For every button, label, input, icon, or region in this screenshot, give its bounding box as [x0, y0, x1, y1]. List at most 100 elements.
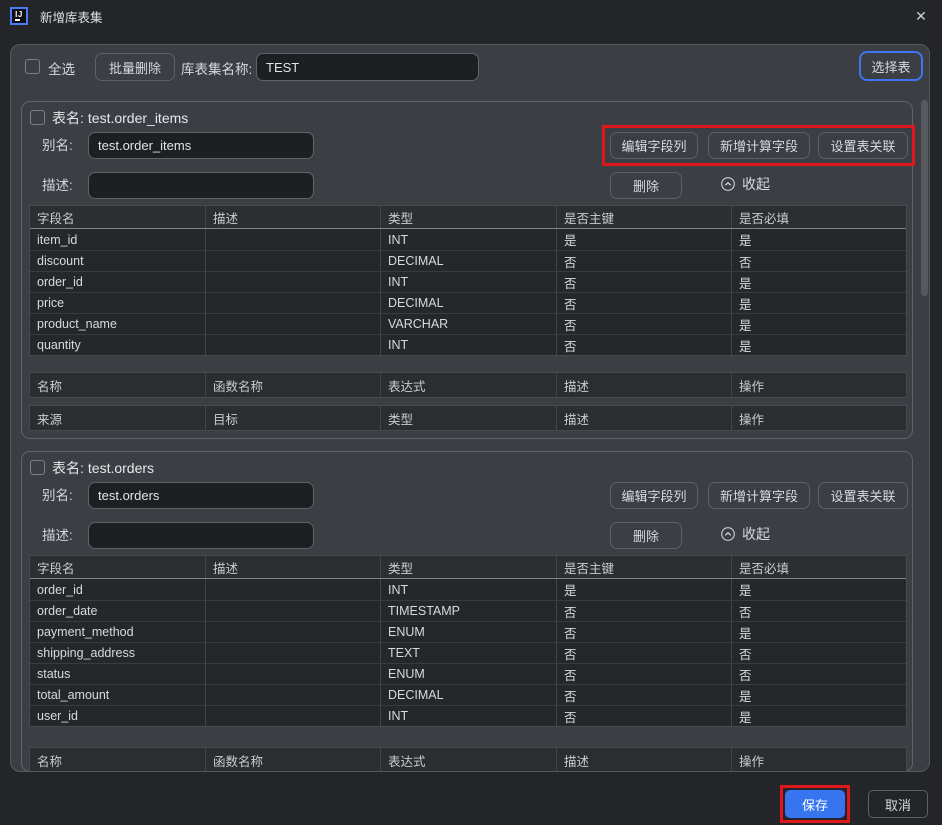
- table-row: order_dateTIMESTAMP否否: [30, 600, 906, 621]
- table-row: order_idINT否是: [30, 271, 906, 292]
- table-row: order_idINT是是: [30, 579, 906, 600]
- collapse-label: 收起: [742, 524, 770, 544]
- close-icon[interactable]: ✕: [912, 7, 930, 25]
- table-cell: ENUM: [380, 664, 556, 684]
- cancel-button[interactable]: 取消: [868, 790, 928, 818]
- column-header: 操作: [731, 373, 906, 397]
- column-header: 字段名: [30, 206, 205, 228]
- table-row: quantityINT否是: [30, 334, 906, 355]
- column-header: 是否主键: [556, 206, 731, 228]
- add-calc-field-button[interactable]: 新增计算字段: [708, 482, 810, 509]
- table-cell: quantity: [30, 335, 205, 355]
- column-header: 描述: [556, 406, 731, 430]
- desc-input[interactable]: [88, 172, 314, 199]
- vertical-scrollbar-thumb[interactable]: [921, 100, 928, 296]
- section-checkbox[interactable]: [30, 460, 45, 475]
- table-row: price DECIMAL否是: [30, 292, 906, 313]
- table-cell: price: [30, 293, 205, 313]
- delete-button[interactable]: 删除: [610, 522, 682, 549]
- table-cell: 否: [556, 601, 731, 621]
- table-cell: 否: [731, 664, 906, 684]
- table-cell: total_amount: [30, 685, 205, 705]
- main-panel: 全选 批量删除 库表集名称: 选择表 表名:test.order_items 别…: [10, 44, 930, 772]
- collapse-toggle[interactable]: 收起: [720, 174, 770, 194]
- table-cell: 是: [556, 229, 731, 250]
- table-cell: 是: [731, 706, 906, 726]
- table-cell: [205, 601, 380, 621]
- table-cell: [205, 229, 380, 250]
- column-header: 名称: [30, 748, 205, 772]
- calc-field-table: 名称 函数名称 表达式 描述 操作: [29, 372, 907, 398]
- table-cell: TIMESTAMP: [380, 601, 556, 621]
- collapse-circle-chevron-icon: [720, 526, 736, 542]
- batch-delete-button[interactable]: 批量删除: [95, 53, 175, 81]
- table-cell: 是: [731, 335, 906, 355]
- column-header: 来源: [30, 406, 205, 430]
- table-cell: 否: [556, 314, 731, 334]
- edit-fields-button[interactable]: 编辑字段列: [610, 482, 698, 509]
- table-cell: 是: [731, 293, 906, 313]
- table-cell: 否: [556, 664, 731, 684]
- table-cell: 否: [731, 643, 906, 663]
- column-header: 是否必填: [731, 206, 906, 228]
- table-cell: 否: [556, 293, 731, 313]
- column-header: 类型: [380, 556, 556, 578]
- edit-fields-button[interactable]: 编辑字段列: [610, 132, 698, 159]
- delete-button[interactable]: 删除: [610, 172, 682, 199]
- add-calc-field-button[interactable]: 新增计算字段: [708, 132, 810, 159]
- table-cell: [205, 643, 380, 663]
- table-cell: INT: [380, 335, 556, 355]
- field-table: 字段名 描述 类型 是否主键 是否必填 item_idINT是是discount…: [29, 205, 907, 356]
- alias-label: 别名:: [42, 482, 73, 509]
- intellij-logo-icon: IJ: [10, 7, 28, 25]
- table-row: total_amount DECIMAL否是: [30, 684, 906, 705]
- table-cell: VARCHAR: [380, 314, 556, 334]
- column-header: 名称: [30, 373, 205, 397]
- table-row: user_idINT否是: [30, 705, 906, 726]
- collapse-toggle[interactable]: 收起: [720, 524, 770, 544]
- alias-input[interactable]: [88, 132, 314, 159]
- column-header: 是否主键: [556, 556, 731, 578]
- set-name-input[interactable]: [256, 53, 479, 81]
- choose-table-button[interactable]: 选择表: [859, 51, 923, 81]
- table-cell: 是: [731, 685, 906, 705]
- field-table-body: order_idINT是是order_dateTIMESTAMP否否paymen…: [30, 579, 906, 726]
- table-cell: [205, 314, 380, 334]
- set-relation-button[interactable]: 设置表关联: [818, 482, 908, 509]
- column-header: 目标: [205, 406, 380, 430]
- table-row: discountDECIMAL否否: [30, 250, 906, 271]
- table-cell: 否: [556, 643, 731, 663]
- table-cell: user_id: [30, 706, 205, 726]
- table-cell: [205, 335, 380, 355]
- table-cell: [205, 706, 380, 726]
- table-cell: order_id: [30, 579, 205, 600]
- column-header: 类型: [380, 406, 556, 430]
- table-name-label: 表名:: [52, 460, 84, 476]
- save-button[interactable]: 保存: [785, 790, 845, 818]
- table-cell: 是: [731, 314, 906, 334]
- table-cell: [205, 579, 380, 600]
- table-cell: INT: [380, 229, 556, 250]
- table-cell: DECIMAL: [380, 293, 556, 313]
- select-all-checkbox[interactable]: [25, 59, 40, 74]
- calc-field-table: 名称 函数名称 表达式 描述 操作: [29, 747, 907, 772]
- alias-input[interactable]: [88, 482, 314, 509]
- section-checkbox[interactable]: [30, 110, 45, 125]
- section-title: 表名:test.order_items: [52, 108, 192, 128]
- table-cell: 是: [731, 272, 906, 292]
- set-relation-button[interactable]: 设置表关联: [818, 132, 908, 159]
- table-cell: product_name: [30, 314, 205, 334]
- calc-table-header: 名称 函数名称 表达式 描述 操作: [30, 373, 906, 397]
- table-cell: 否: [731, 251, 906, 271]
- table-cell: [205, 272, 380, 292]
- table-cell: order_date: [30, 601, 205, 621]
- table-cell: [205, 622, 380, 642]
- collapse-label: 收起: [742, 174, 770, 194]
- table-cell: DECIMAL: [380, 685, 556, 705]
- table-cell: 否: [556, 685, 731, 705]
- set-name-label: 库表集名称:: [181, 58, 252, 78]
- desc-input[interactable]: [88, 522, 314, 549]
- title-bar: IJ 新增库表集 ✕: [0, 0, 942, 32]
- table-cell: 是: [731, 622, 906, 642]
- table-cell: TEXT: [380, 643, 556, 663]
